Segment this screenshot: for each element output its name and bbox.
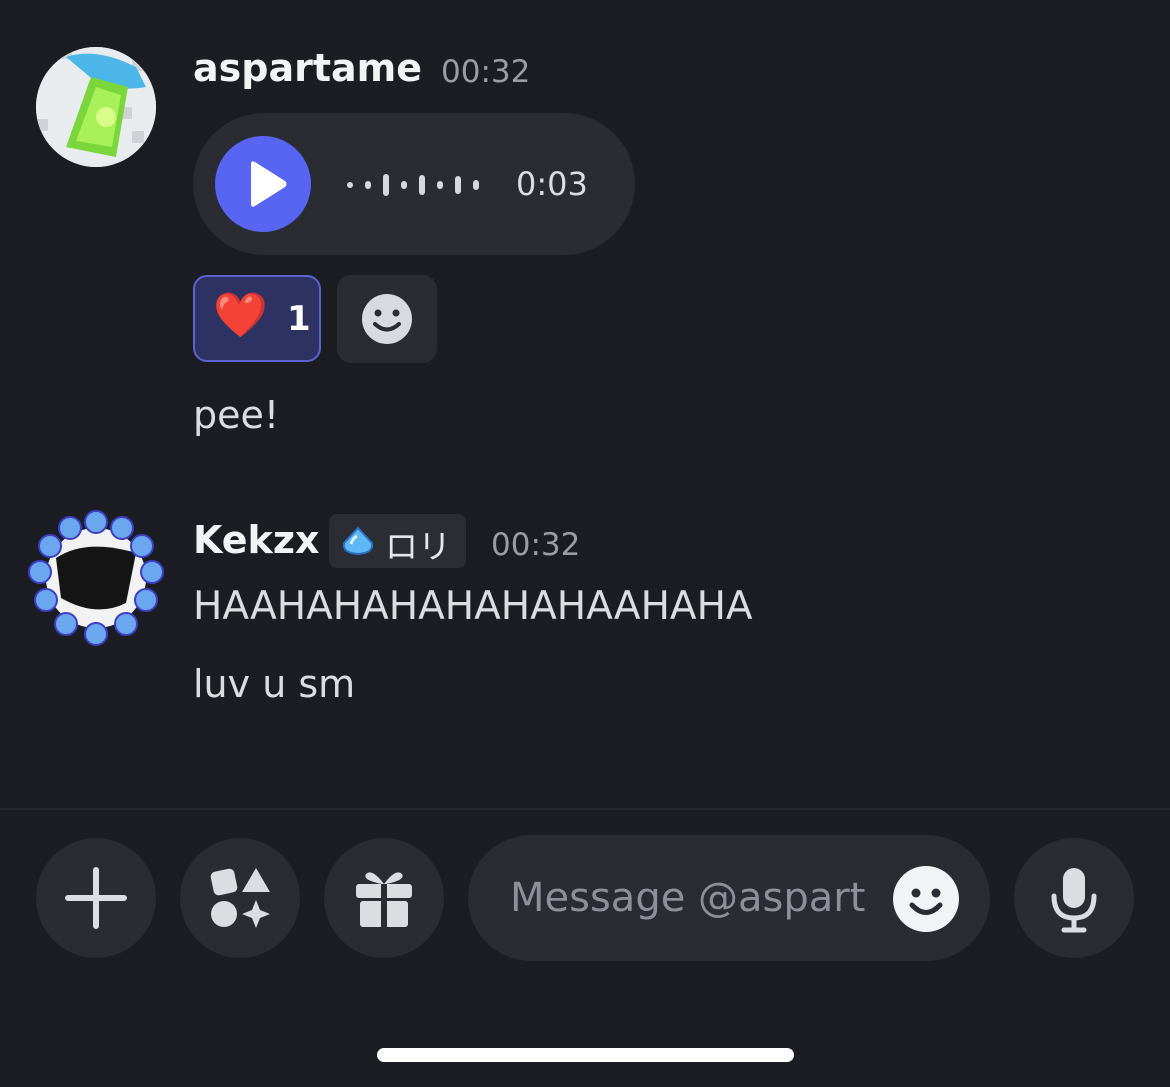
play-button[interactable] (215, 136, 311, 232)
smiley-icon (362, 294, 412, 344)
avatar-image (36, 47, 156, 167)
author-name[interactable]: Kekzx (193, 518, 319, 562)
message-timestamp: 00:32 (441, 54, 531, 90)
gift-icon (356, 872, 412, 927)
attach-button[interactable] (36, 838, 156, 958)
composer-divider (0, 808, 1170, 810)
waveform[interactable] (343, 168, 485, 202)
role-tag-label: ロリ (385, 527, 451, 566)
plus-icon (65, 867, 127, 929)
message-text: HAAHAHAHAHAHAHAAHAHA (193, 584, 753, 629)
author-name[interactable]: aspartame (193, 46, 422, 90)
heart-emoji: ❤️ (213, 290, 268, 341)
reaction-count: 1 (287, 299, 311, 339)
reaction-heart-button[interactable]: ❤️ 1 (193, 275, 321, 362)
message-text: pee! (193, 393, 280, 437)
emoji-button[interactable] (892, 865, 960, 933)
message-input[interactable]: Message @aspart (468, 835, 990, 961)
home-indicator[interactable] (377, 1048, 794, 1062)
avatar-kekzx[interactable] (26, 508, 166, 648)
gift-button[interactable] (324, 838, 444, 958)
avatar-image (28, 510, 164, 646)
droplet-icon (342, 526, 374, 556)
role-tag[interactable]: ロリ (329, 514, 466, 568)
add-reaction-button[interactable] (337, 275, 437, 363)
apps-button[interactable] (180, 838, 300, 958)
voice-duration: 0:03 (516, 165, 588, 203)
play-icon (251, 161, 287, 207)
avatar-aspartame[interactable] (36, 47, 156, 167)
microphone-icon (1051, 868, 1097, 933)
message-timestamp: 00:32 (491, 527, 581, 563)
voice-record-button[interactable] (1014, 838, 1134, 958)
message-text: luv u sm (193, 662, 356, 706)
message-input-placeholder: Message @aspart (510, 875, 866, 921)
apps-icon (210, 868, 270, 928)
